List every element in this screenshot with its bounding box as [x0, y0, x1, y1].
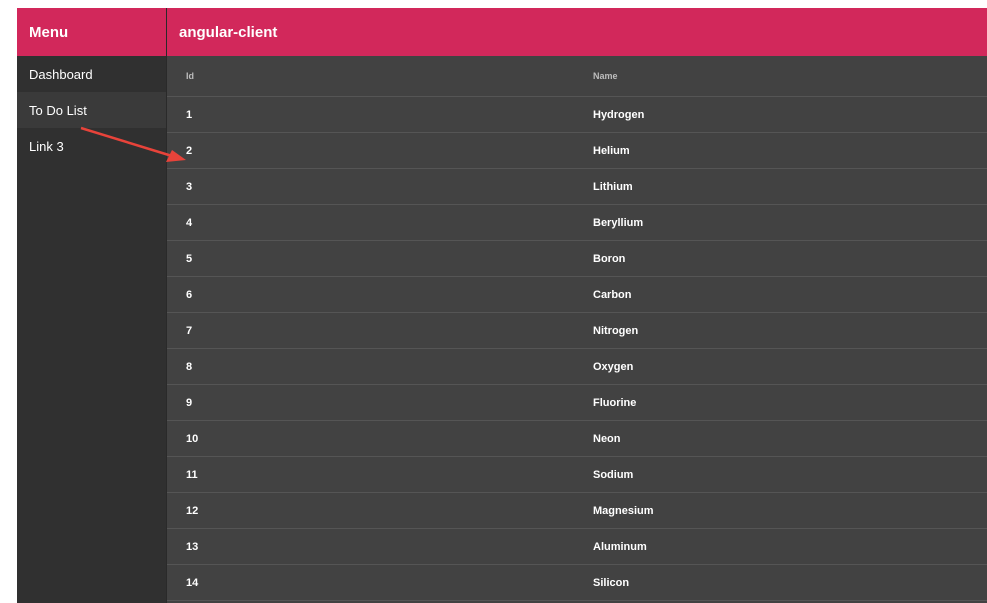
- data-table: Id Name 1 Hydrogen 2 Helium 3 Lithium 4 Berylli…: [167, 56, 987, 601]
- table-row: 13 Aluminum: [167, 529, 987, 565]
- table-row: 8 Oxygen: [167, 349, 987, 385]
- table-row: 1 Hydrogen: [167, 97, 987, 133]
- cell-name: Helium: [593, 144, 630, 157]
- cell-name: Magnesium: [593, 504, 654, 517]
- sidebar-item-to-do-list[interactable]: To Do List: [17, 92, 166, 128]
- cell-name: Aluminum: [593, 540, 647, 553]
- cell-name: Nitrogen: [593, 324, 639, 337]
- cell-name: Fluorine: [593, 396, 637, 409]
- cell-id: 7: [186, 324, 193, 337]
- cell-id: 14: [186, 576, 199, 589]
- cell-id: 12: [186, 504, 199, 517]
- cell-name: Oxygen: [593, 360, 634, 373]
- table-row: 9 Fluorine: [167, 385, 987, 421]
- table-row: 7 Nitrogen: [167, 313, 987, 349]
- cell-id: 4: [186, 216, 193, 229]
- cell-name: Beryllium: [593, 216, 644, 229]
- table-row: 4 Beryllium: [167, 205, 987, 241]
- table-row: 12 Magnesium: [167, 493, 987, 529]
- app-frame: Menu Dashboard To Do List Link 3 angular…: [17, 8, 987, 603]
- cell-id: 9: [186, 396, 193, 409]
- table-row: 2 Helium: [167, 133, 987, 169]
- cell-name: Silicon: [593, 576, 630, 589]
- table-row: 6 Carbon: [167, 277, 987, 313]
- column-header-name[interactable]: Name: [593, 71, 987, 81]
- cell-id: 3: [186, 180, 193, 193]
- cell-name: Neon: [593, 432, 621, 445]
- table-header-row: Id Name: [167, 56, 987, 97]
- cell-name: Sodium: [593, 468, 634, 481]
- table-row: 11 Sodium: [167, 457, 987, 493]
- sidebar-item-dashboard[interactable]: Dashboard: [17, 56, 166, 92]
- toolbar-title: angular-client: [167, 8, 987, 56]
- cell-id: 10: [186, 432, 199, 445]
- sidebar: Menu Dashboard To Do List Link 3: [17, 8, 166, 603]
- cell-name: Hydrogen: [593, 108, 645, 121]
- table-row: 10 Neon: [167, 421, 987, 457]
- cell-name: Boron: [593, 252, 626, 265]
- sidebar-title: Menu: [17, 8, 166, 56]
- cell-id: 1: [186, 108, 193, 121]
- cell-id: 11: [186, 468, 198, 481]
- cell-id: 13: [186, 540, 199, 553]
- main-content: angular-client Id Name 1 Hydrogen 2 Helium 3…: [167, 8, 987, 603]
- table-row: 14 Silicon: [167, 565, 987, 601]
- column-header-id[interactable]: Id: [167, 71, 593, 81]
- cell-name: Carbon: [593, 288, 632, 301]
- table-row: 5 Boron: [167, 241, 987, 277]
- table-body: 1 Hydrogen 2 Helium 3 Lithium 4 Beryllium 5 Boron…: [167, 97, 987, 601]
- sidebar-item-link-3[interactable]: Link 3: [17, 128, 166, 164]
- cell-id: 6: [186, 288, 193, 301]
- cell-id: 2: [186, 144, 193, 157]
- cell-id: 8: [186, 360, 193, 373]
- table-row: 3 Lithium: [167, 169, 987, 205]
- cell-id: 5: [186, 252, 193, 265]
- cell-name: Lithium: [593, 180, 633, 193]
